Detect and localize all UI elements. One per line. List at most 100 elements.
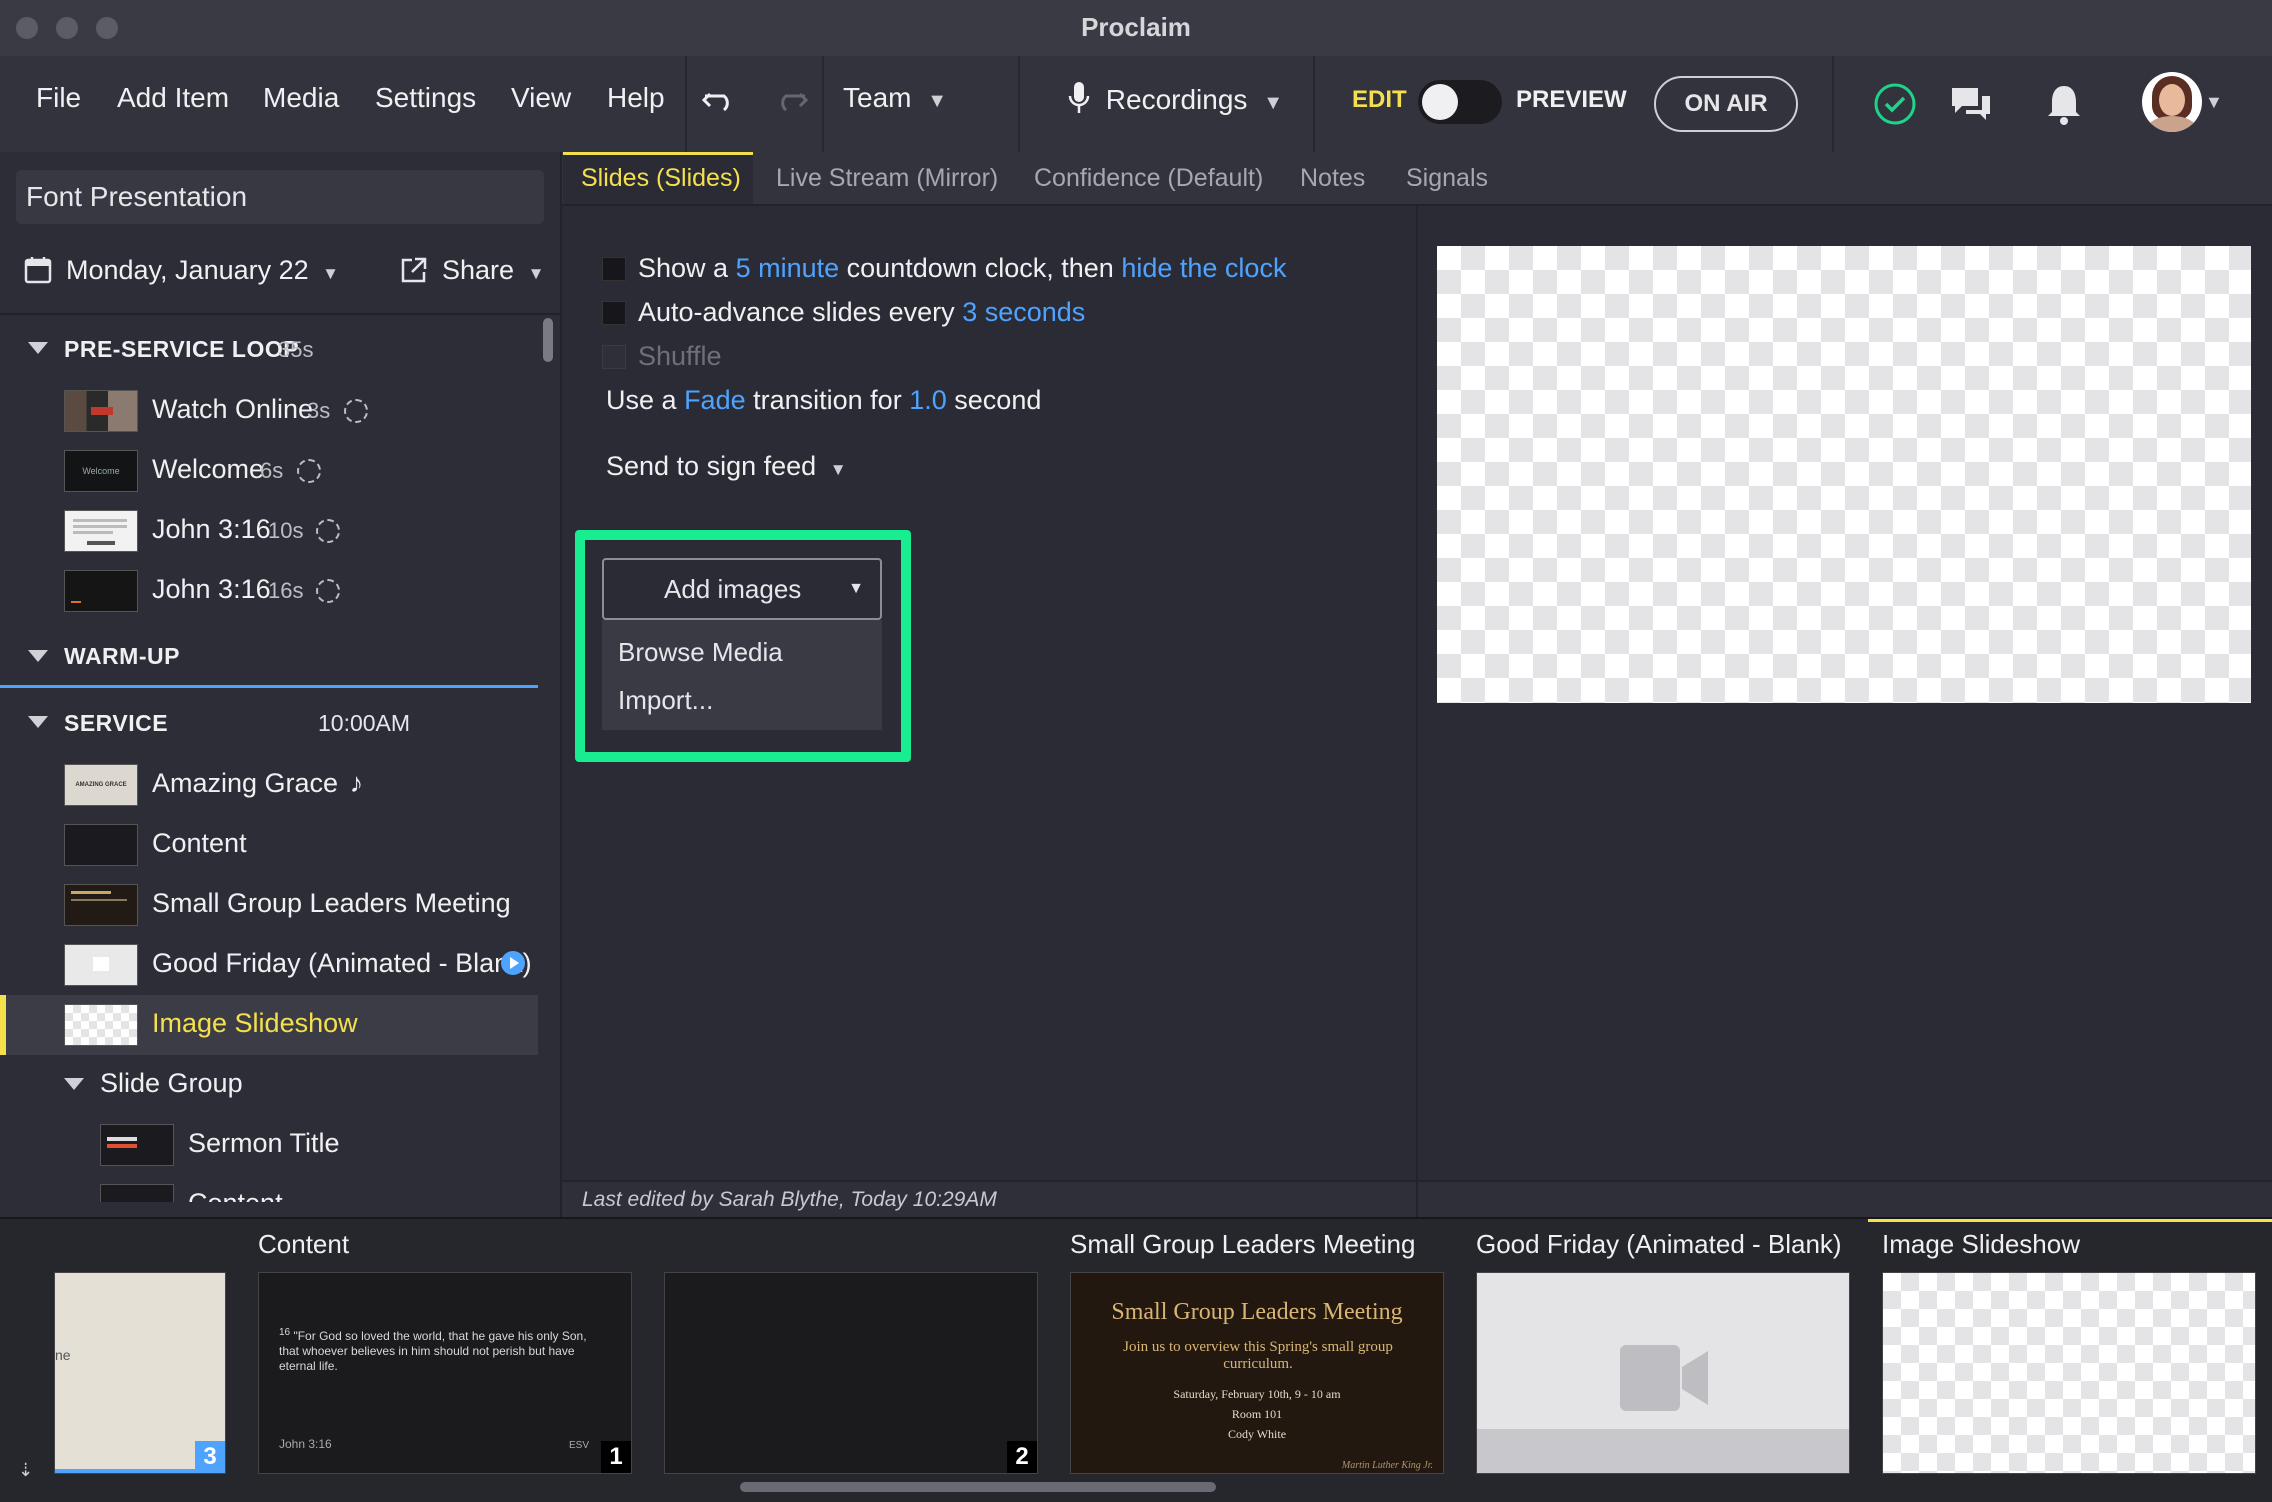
section-header-warm-up[interactable]: WARM-UP [64,643,180,670]
collapse-triangle-icon[interactable] [28,342,48,354]
drop-indicator [0,685,538,688]
collapse-triangle-icon[interactable] [64,1078,84,1090]
auto-advance-interval-link[interactable]: 3 seconds [962,297,1085,327]
loop-item-welcome[interactable]: Welcome [152,454,264,485]
status-ok-icon[interactable] [1873,82,1917,131]
tab-notes[interactable]: Notes [1300,164,1365,193]
slide-thumbnail[interactable] [1476,1272,1850,1474]
countdown-action-link[interactable]: hide the clock [1121,253,1286,283]
transition-middle: transition for [753,385,902,415]
send-to-sign-feed-dropdown[interactable]: Send to sign feed ▼ [606,451,847,482]
menu-media[interactable]: Media [263,82,339,114]
menu-settings[interactable]: Settings [375,82,476,114]
date-label: Monday, January 22 [66,255,309,285]
share-label: Share [442,255,515,285]
slide-group-header[interactable]: Slide Group [100,1068,243,1099]
section-header-pre-service-loop[interactable]: PRE-SERVICE LOOP [64,336,299,363]
slide-thumbnail-selected[interactable] [1882,1272,2256,1474]
edit-mode-label: EDIT [1352,86,1407,113]
menu-browse-media[interactable]: Browse Media [618,637,783,668]
auto-advance-checkbox[interactable] [602,301,626,325]
strip-scrollbar[interactable] [740,1482,1216,1492]
shuffle-checkbox [602,345,626,369]
menu-import[interactable]: Import... [618,685,713,716]
chevron-down-icon: ▼ [527,264,545,283]
item-thumbnail [100,1124,174,1166]
on-air-button[interactable]: ON AIR [1654,76,1798,132]
toggle-knob [1422,84,1458,120]
share-dropdown[interactable]: Share ▼ [442,255,544,286]
avatar[interactable] [2142,72,2202,132]
menu-add-item[interactable]: Add Item [117,82,229,114]
strip-label-image-slideshow: Image Slideshow [1882,1229,2080,1259]
item-thumbnail [64,944,138,986]
auto-advance-setting: Auto-advance slides every 3 seconds [638,297,1085,328]
item-label: Amazing Grace [152,768,339,798]
tab-live-stream[interactable]: Live Stream (Mirror) [776,164,998,193]
recordings-dropdown[interactable]: Recordings ▼ [1068,80,1283,123]
loop-item-john-3-16[interactable]: John 3:16 [152,514,271,545]
undo-icon[interactable] [701,86,738,121]
loop-icon [316,579,340,603]
strip-label-good-friday: Good Friday (Animated - Blank) [1476,1229,1842,1259]
countdown-prefix: Show a [638,253,729,283]
group-item-content[interactable]: Content [188,1188,283,1202]
slide-text-fragment: ne [55,1347,71,1363]
menu-view[interactable]: View [511,82,571,114]
service-item-good-friday[interactable]: Good Friday (Animated - Blank) [152,948,532,979]
slide-verse-text: 16 "For God so loved the world, that he … [279,1325,609,1374]
collapse-triangle-icon[interactable] [28,650,48,662]
transition-duration-link[interactable]: 1.0 [909,385,947,415]
slide-thumbnail[interactable]: 16 "For God so loved the world, that he … [258,1272,632,1474]
date-picker[interactable]: Monday, January 22 ▼ [66,255,339,286]
chevron-down-icon: ▼ [927,90,948,112]
menu-divider [1018,56,1020,152]
transition-type-link[interactable]: Fade [684,385,746,415]
menu-divider [685,56,687,152]
status-divider [1416,1182,1418,1219]
collapse-triangle-icon[interactable] [28,716,48,728]
item-duration: 3s [307,398,331,423]
service-item-amazing-grace[interactable]: Amazing Grace ♪ [152,768,363,799]
edit-preview-toggle[interactable] [1418,80,1502,124]
service-item-small-group-leaders-meeting[interactable]: Small Group Leaders Meeting [152,888,511,919]
slide-thumbnail[interactable]: Small Group Leaders Meeting Join us to o… [1070,1272,1444,1474]
service-item-content[interactable]: Content [152,828,247,859]
collapse-strip-icon[interactable]: ⇣ [18,1460,33,1481]
avatar-menu-chevron-icon[interactable]: ▼ [2205,92,2223,113]
panel-divider [1416,204,1418,1217]
loop-item-watch-online[interactable]: Watch Online [152,394,313,425]
item-thumbnail: AMAZING GRACE [64,764,138,806]
loop-item-john-3-16-b[interactable]: John 3:16 [152,574,271,605]
section-header-service[interactable]: SERVICE [64,710,168,737]
countdown-checkbox[interactable] [602,257,626,281]
team-dropdown[interactable]: Team ▼ [843,82,947,114]
bible-version: ESV [568,1440,589,1451]
countdown-minutes-link[interactable]: 5 minute [736,253,840,283]
selection-marker [0,995,6,1055]
chevron-down-icon: ▼ [322,264,339,283]
item-thumbnail [64,510,138,552]
menu-help[interactable]: Help [607,82,665,114]
slide-thumbnail[interactable]: 2 [664,1272,1038,1474]
group-item-sermon-title[interactable]: Sermon Title [188,1128,340,1159]
service-item-image-slideshow[interactable]: Image Slideshow [152,1008,358,1039]
item-duration: 10s [268,518,304,543]
chat-icon[interactable] [1948,84,1994,129]
preview-mode-label: PREVIEW [1516,86,1627,113]
countdown-setting: Show a 5 minute countdown clock, then hi… [638,253,1286,284]
add-images-button[interactable]: Add images ▼ [602,558,882,620]
sidebar-scrollbar[interactable] [543,318,553,362]
tab-signals[interactable]: Signals [1406,164,1488,193]
tab-slides-active[interactable]: Slides (Slides) [563,152,753,204]
slide-number-badge: 1 [601,1441,631,1473]
team-label: Team [843,82,912,113]
presentation-title-field[interactable]: Font Presentation [16,170,544,224]
item-thumbnail [64,824,138,866]
tab-confidence[interactable]: Confidence (Default) [1034,164,1263,193]
redo-icon[interactable] [772,86,809,121]
slide-thumbnail[interactable]: ne 3 [54,1272,226,1474]
menu-file[interactable]: File [36,82,81,114]
notifications-bell-icon[interactable] [2044,82,2084,131]
item-duration: 6s [260,458,284,483]
